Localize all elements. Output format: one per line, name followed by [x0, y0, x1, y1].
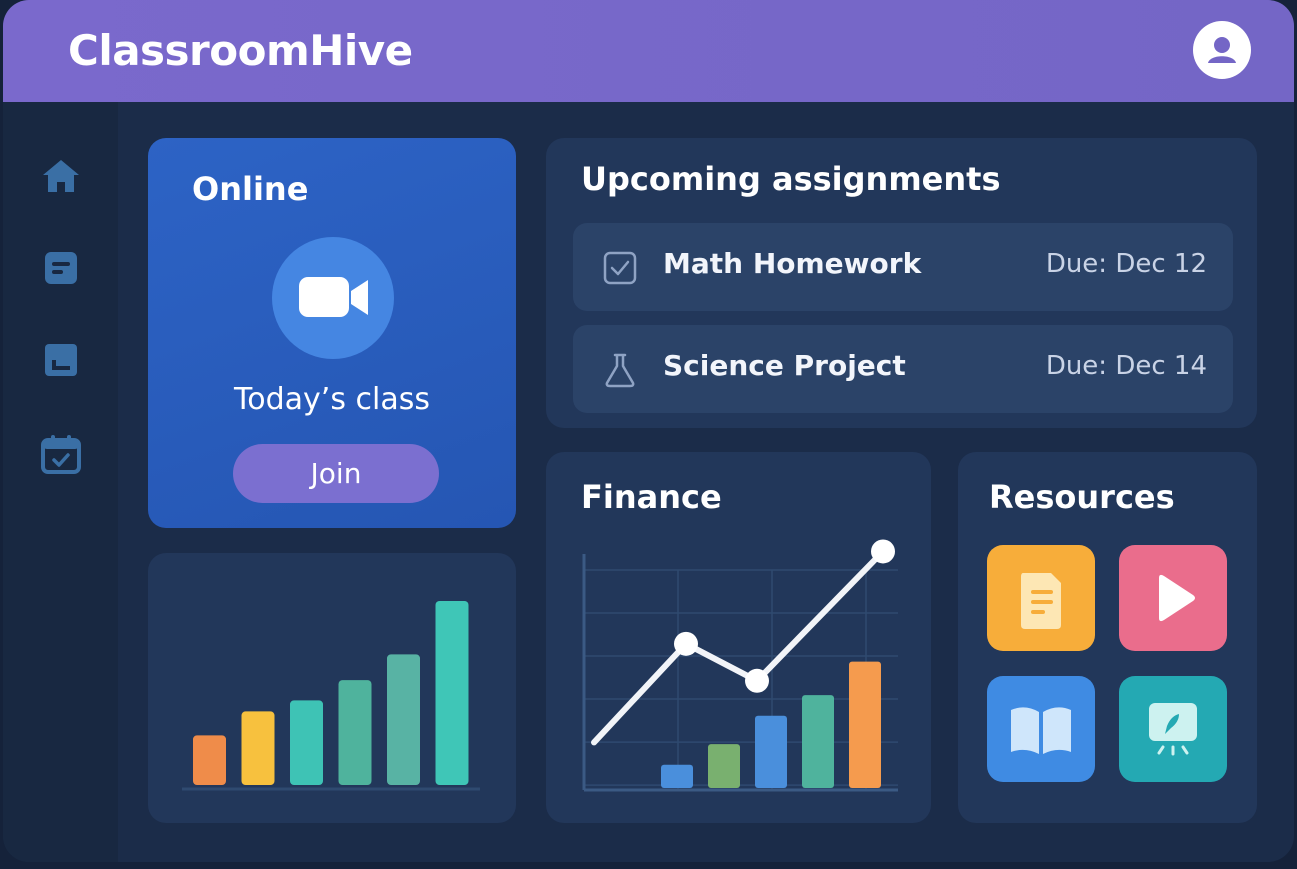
sidebar-item-documents[interactable]	[39, 246, 83, 290]
finance-card: Finance	[546, 452, 931, 823]
finance-bar	[802, 695, 834, 788]
finance-bar	[661, 764, 693, 788]
finance-line	[591, 548, 886, 746]
bar-chart	[182, 601, 480, 791]
sidebar-item-home[interactable]	[39, 154, 83, 198]
top-bar: ClassroomHive	[3, 0, 1294, 102]
finance-point	[745, 668, 769, 693]
chart-bar	[241, 711, 275, 785]
assignment-row-science[interactable]: Science Project Due: Dec 14	[573, 325, 1233, 413]
chart-bar	[387, 654, 420, 785]
finance-bar	[755, 715, 787, 788]
video-camera-icon	[299, 277, 368, 317]
assignment-due-date: Due: Dec 12	[1045, 249, 1207, 279]
chart-bar	[193, 735, 226, 785]
resources-title: Resources	[989, 478, 1175, 516]
chart-icon	[45, 344, 77, 376]
chart-bar	[435, 601, 469, 785]
calendar-icon	[41, 435, 81, 474]
finance-bar	[849, 661, 881, 788]
chart-bar	[338, 680, 372, 785]
assignment-due-date: Due: Dec 14	[1045, 351, 1207, 381]
sidebar-item-calendar[interactable]	[39, 432, 83, 476]
app-title: ClassroomHive	[68, 26, 413, 75]
sidebar	[3, 102, 118, 862]
assignment-name: Math Homework	[663, 247, 922, 280]
finance-title: Finance	[581, 478, 722, 516]
upcoming-assignments-card: Upcoming assignments Math Homework Due: …	[546, 138, 1257, 428]
online-class-card: Online Today’s class Join	[148, 138, 516, 528]
performance-chart-card	[148, 553, 516, 823]
user-avatar[interactable]	[1193, 21, 1251, 79]
finance-point	[674, 631, 698, 656]
finance-point	[871, 539, 895, 564]
sidebar-item-reports[interactable]	[39, 338, 83, 382]
todays-class-label: Today’s class	[234, 382, 430, 417]
flask-icon	[605, 353, 635, 388]
video-call-button[interactable]	[272, 237, 394, 359]
resources-card: Resources	[958, 452, 1257, 823]
checkbox-icon	[603, 251, 637, 285]
resource-books-tile[interactable]	[987, 676, 1095, 782]
assignment-name: Science Project	[663, 349, 906, 382]
join-button[interactable]: Join	[233, 444, 439, 503]
online-card-title: Online	[192, 170, 309, 208]
play-icon	[1159, 574, 1195, 622]
finance-bar	[708, 744, 740, 788]
document-icon	[1021, 573, 1061, 629]
presentation-icon	[1149, 703, 1197, 756]
app-window: ClassroomHive Online Today’s class Join …	[3, 0, 1294, 862]
resource-videos-tile[interactable]	[1119, 545, 1227, 651]
resource-documents-tile[interactable]	[987, 545, 1095, 651]
book-icon	[1011, 707, 1071, 754]
home-icon	[43, 160, 79, 192]
resource-presentations-tile[interactable]	[1119, 676, 1227, 782]
assignments-title: Upcoming assignments	[581, 160, 1001, 198]
document-icon	[45, 252, 77, 284]
assignment-row-math[interactable]: Math Homework Due: Dec 12	[573, 223, 1233, 311]
chart-bar	[290, 700, 323, 785]
user-icon	[1208, 37, 1236, 63]
